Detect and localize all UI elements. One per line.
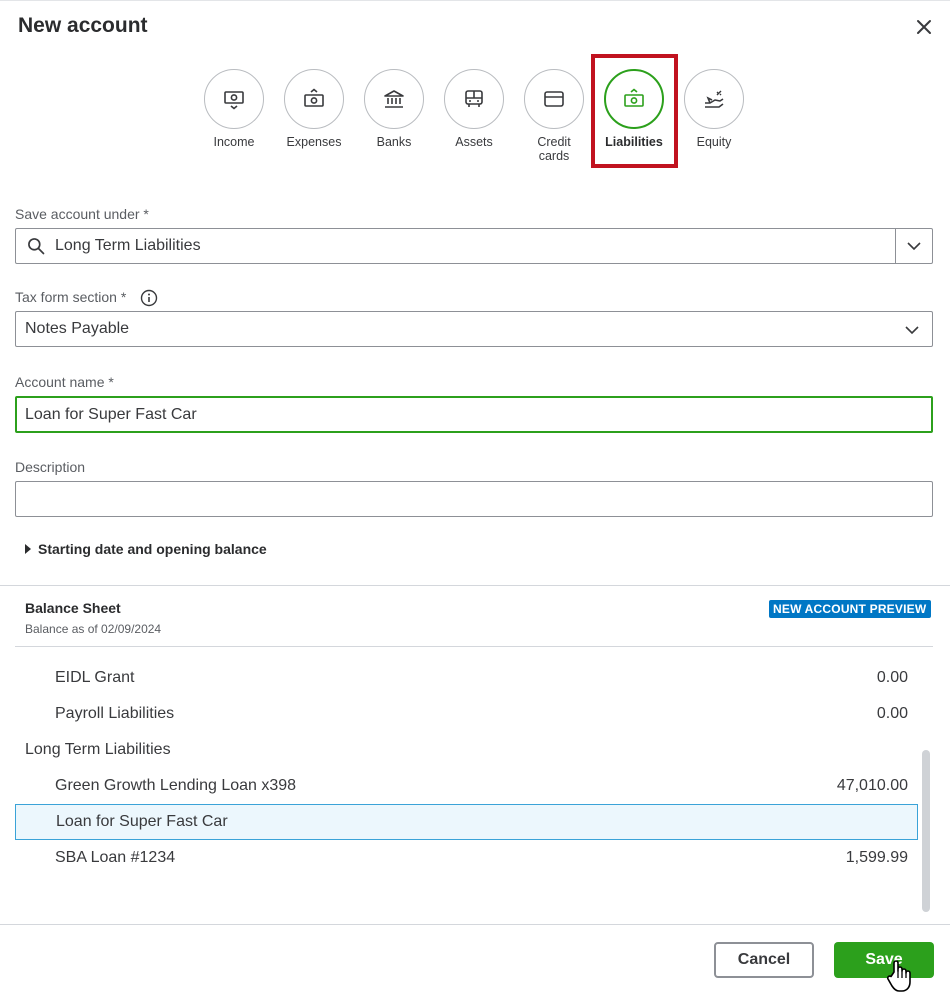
account-name-label: Account name *	[15, 374, 114, 390]
save-under-value: Long Term Liabilities	[55, 237, 201, 254]
info-icon[interactable]	[140, 289, 158, 307]
tax-section-label: Tax form section *	[15, 289, 127, 305]
assets-icon	[465, 90, 483, 107]
save-under-combobox[interactable]: Long Term Liabilities	[15, 228, 933, 264]
row-name: Loan for Super Fast Car	[56, 813, 228, 830]
list-item: SBA Loan #1234 1,599.99	[15, 840, 918, 876]
list-item: Long Term Liabilities	[15, 732, 918, 768]
top-divider	[0, 0, 950, 1]
cancel-button[interactable]: Cancel	[714, 942, 814, 978]
chevron-down-icon	[905, 326, 919, 335]
close-icon[interactable]	[912, 15, 936, 39]
row-name: Green Growth Lending Loan x398	[55, 777, 297, 794]
account-type-label: Banks	[376, 135, 412, 149]
credit-card-icon	[544, 91, 564, 107]
row-name: Long Term Liabilities	[25, 741, 171, 758]
search-icon	[28, 238, 45, 255]
list-item: Payroll Liabilities 0.00	[15, 696, 918, 732]
preview-badge: NEW ACCOUNT PREVIEW	[769, 600, 932, 618]
scrollbar[interactable]	[922, 750, 930, 912]
save-under-label: Save account under *	[15, 206, 149, 222]
row-amount: 1,599.99	[845, 849, 908, 866]
list-item: Green Growth Lending Loan x398 47,010.00	[15, 768, 918, 804]
row-amount: 47,010.00	[836, 777, 908, 794]
row-amount: 0.00	[876, 705, 908, 722]
chevron-down-icon	[907, 242, 921, 251]
account-type-label: Credit cards	[537, 135, 571, 163]
bank-icon	[384, 90, 404, 108]
save-under-dropdown-button[interactable]	[895, 229, 932, 263]
divider	[0, 924, 950, 925]
account-type-label: Equity	[696, 135, 732, 149]
tax-section-value: Notes Payable	[25, 320, 130, 337]
dialog-title: New account	[18, 14, 148, 37]
balance-sheet-title: Balance Sheet	[25, 600, 121, 616]
opening-balance-label: Starting date and opening balance	[38, 541, 267, 557]
new-account-row: Loan for Super Fast Car	[15, 804, 918, 840]
income-icon	[224, 91, 244, 110]
account-type-banks[interactable]: Banks	[364, 69, 424, 149]
account-type-expenses[interactable]: Expenses	[284, 69, 344, 149]
row-name: EIDL Grant	[55, 669, 135, 686]
hand-cursor-icon	[886, 960, 911, 992]
divider	[15, 646, 933, 647]
account-type-credit-cards[interactable]: Credit cards	[524, 69, 584, 163]
account-type-assets[interactable]: Assets	[444, 69, 504, 149]
account-type-income[interactable]: Income	[204, 69, 264, 149]
equity-icon	[705, 90, 724, 108]
liabilities-highlight-box	[591, 54, 678, 168]
list-item: EIDL Grant 0.00	[15, 660, 918, 696]
account-name-value: Loan for Super Fast Car	[25, 405, 197, 423]
balance-sheet-subtitle: Balance as of 02/09/2024	[25, 622, 162, 636]
tax-section-select[interactable]: Notes Payable	[15, 311, 933, 347]
row-name: Payroll Liabilities	[55, 705, 175, 722]
caret-right-icon	[25, 544, 31, 554]
account-type-equity[interactable]: Equity	[684, 69, 744, 149]
account-type-label: Expenses	[286, 135, 342, 149]
account-type-label: Assets	[455, 135, 493, 149]
opening-balance-toggle[interactable]: Starting date and opening balance	[25, 541, 267, 557]
account-type-selector: Income Expenses Banks Assets Credit card…	[204, 69, 764, 179]
description-field[interactable]	[15, 481, 933, 517]
divider	[0, 585, 950, 586]
description-label: Description	[15, 459, 86, 475]
row-amount: 0.00	[876, 669, 908, 686]
expenses-icon	[304, 88, 324, 107]
account-name-field[interactable]: Loan for Super Fast Car	[15, 396, 933, 433]
row-name: SBA Loan #1234	[55, 849, 176, 866]
account-type-label: Income	[213, 135, 255, 149]
